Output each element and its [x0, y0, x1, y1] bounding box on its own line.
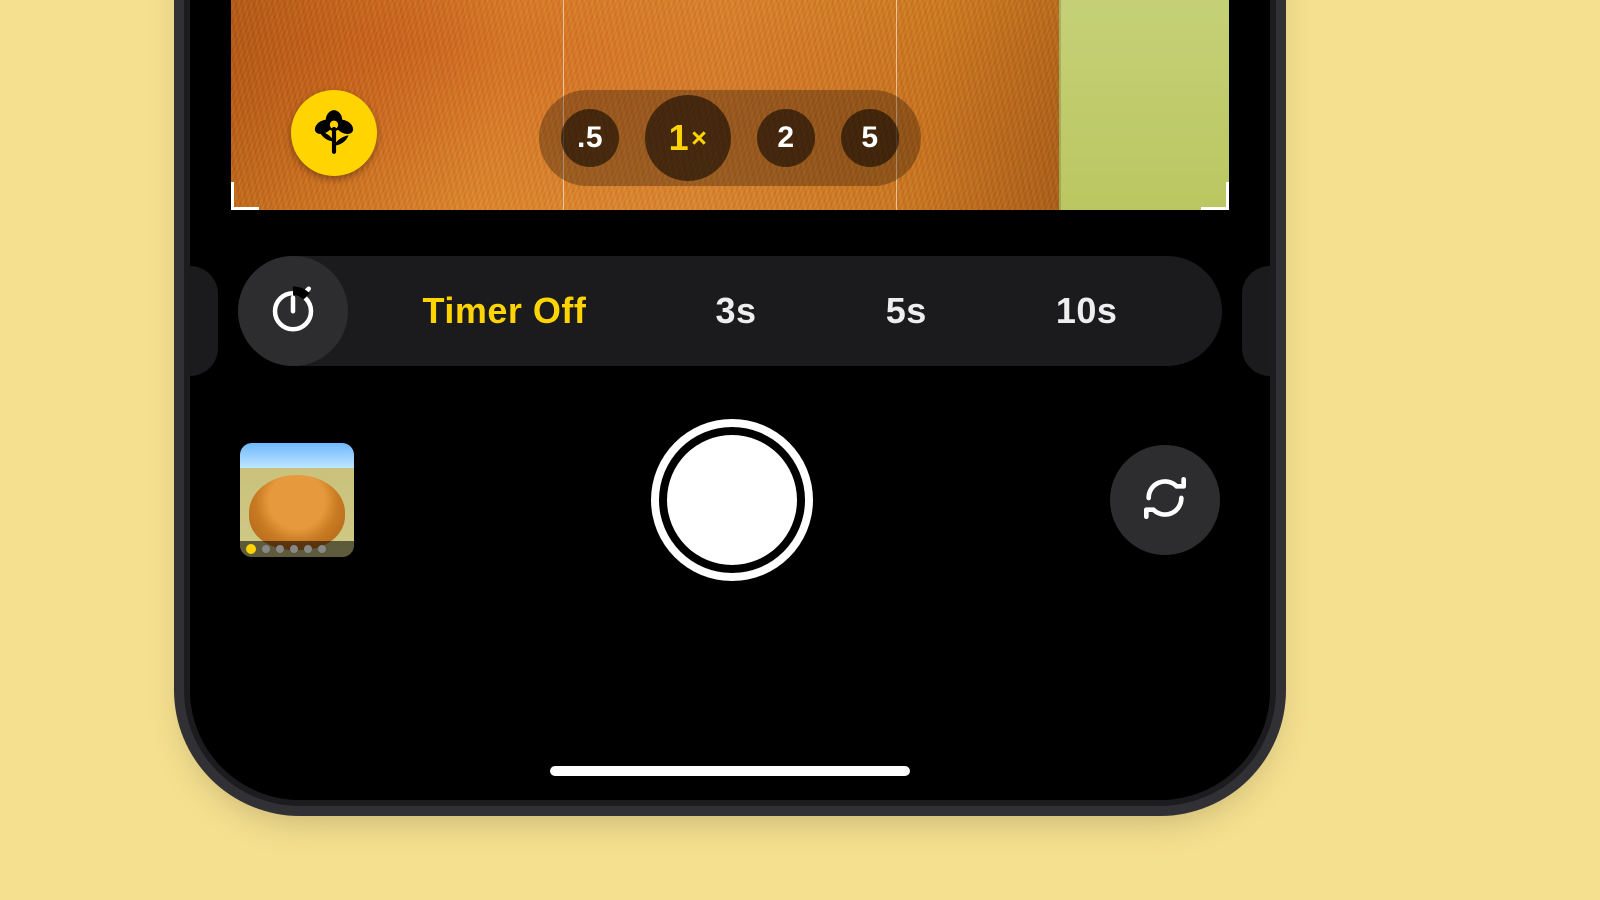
shutter-button[interactable]	[651, 419, 813, 581]
capture-row	[240, 420, 1220, 580]
timer-option-3s[interactable]: 3s	[690, 280, 783, 342]
timer-options: Timer Off 3s 5s 10s	[358, 280, 1222, 342]
zoom-label: 1	[669, 117, 690, 159]
macro-mode-button[interactable]	[291, 90, 377, 176]
crop-mark-bottom-left	[231, 182, 259, 210]
zoom-label: 5	[861, 121, 878, 155]
zoom-suffix: ×	[691, 123, 707, 154]
timer-option-off[interactable]: Timer Off	[397, 280, 613, 342]
zoom-label: 2	[777, 121, 794, 155]
zoom-option-0-5x[interactable]: .5	[561, 109, 619, 167]
switch-camera-button[interactable]	[1110, 445, 1220, 555]
camera-control-deck: Timer Off 3s 5s 10s	[190, 210, 1270, 800]
home-indicator[interactable]	[550, 766, 910, 776]
last-photo-thumbnail[interactable]	[240, 443, 354, 557]
background-box	[1059, 0, 1229, 210]
timer-tray: Timer Off 3s 5s 10s	[238, 256, 1222, 366]
thumb-cat	[249, 475, 345, 550]
thumb-controls-strip	[240, 541, 354, 557]
phone-device-frame: scra	[190, 0, 1270, 800]
mode-peek-left[interactable]	[190, 266, 218, 376]
camera-viewfinder[interactable]: scra	[231, 0, 1229, 210]
mode-peek-right[interactable]	[1242, 266, 1270, 376]
timer-icon-button[interactable]	[238, 256, 348, 366]
timer-option-10s[interactable]: 10s	[1030, 280, 1144, 342]
zoom-option-2x[interactable]: 2	[757, 109, 815, 167]
zoom-selector[interactable]: .5 1× 2 5	[539, 90, 921, 186]
crop-mark-bottom-right	[1201, 182, 1229, 210]
timer-icon	[266, 282, 320, 341]
zoom-option-1x[interactable]: 1×	[645, 95, 731, 181]
thumb-sky	[240, 443, 354, 468]
flower-icon	[309, 106, 359, 161]
zoom-label: .5	[577, 121, 603, 155]
timer-option-5s[interactable]: 5s	[860, 280, 953, 342]
switch-camera-icon	[1137, 470, 1193, 531]
zoom-option-5x[interactable]: 5	[841, 109, 899, 167]
